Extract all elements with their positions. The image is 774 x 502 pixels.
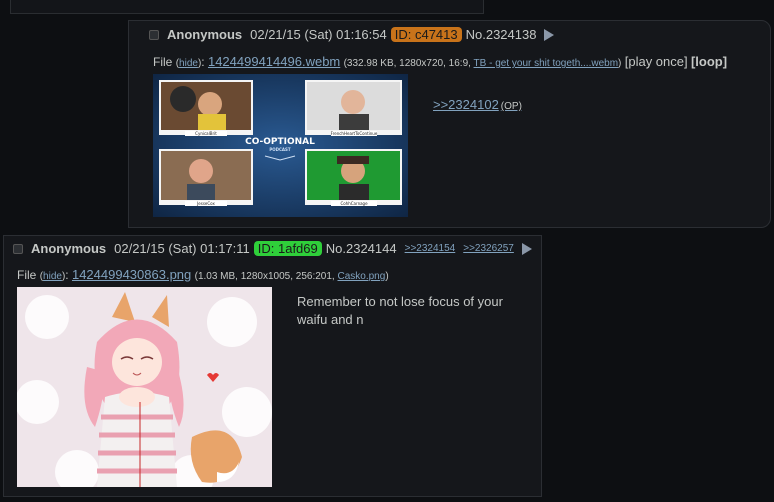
post-number[interactable]: No.2324144: [326, 241, 397, 256]
file-meta: (332.98 KB, 1280x720, 16:9, TB - get you…: [344, 58, 622, 69]
backlink[interactable]: >>2324154: [405, 243, 456, 254]
file-link[interactable]: 1424499414496.webm: [208, 54, 340, 69]
image-thumbnail[interactable]: [17, 287, 272, 487]
hide-link[interactable]: hide: [179, 58, 198, 69]
hide-link[interactable]: hide: [43, 271, 62, 282]
anime-fox-girl-art: [17, 287, 272, 487]
post-datetime: 02/21/15 (Sat) 01:16:54: [250, 27, 387, 42]
cam-label-4: CohhCarnage: [340, 201, 368, 206]
poster-name: Anonymous: [31, 241, 107, 256]
loop-button[interactable]: [loop]: [691, 54, 727, 69]
file-meta-close: ): [385, 271, 389, 282]
hide-file-toggle[interactable]: (hide): [176, 58, 202, 69]
post-select-checkbox[interactable]: [149, 29, 159, 40]
backlink[interactable]: >>2326257: [463, 243, 514, 254]
post-number[interactable]: No.2324138: [466, 27, 537, 42]
post-datetime: 02/21/15 (Sat) 01:17:11: [114, 241, 250, 256]
file-meta-text: (332.98 KB, 1280x720, 16:9,: [343, 58, 471, 69]
cam-label-1: CynicalBrit: [195, 131, 217, 136]
file-link[interactable]: 1424499430863.png: [72, 267, 191, 282]
op-marker: (OP): [500, 101, 522, 112]
reply-post: Anonymous 02/21/15 (Sat) 01:16:54 ID: c4…: [128, 20, 771, 228]
post-menu-arrow-icon[interactable]: [521, 242, 532, 255]
file-prefix: File: [153, 55, 173, 69]
hide-file-toggle[interactable]: (hide): [40, 271, 66, 282]
video-thumbnail[interactable]: CynicalBrit FrenchHeartToContinue JesseC…: [153, 74, 408, 217]
file-prefix: File: [17, 268, 37, 282]
poster-id-badge[interactable]: ID: 1afd69: [253, 241, 322, 256]
play-once-button[interactable]: [play once]: [625, 54, 688, 69]
original-filename-link[interactable]: Casko.png: [338, 271, 386, 282]
quote-link[interactable]: >>2324102 (OP): [433, 97, 522, 112]
original-filename-link[interactable]: TB - get your shit togeth....webm: [474, 58, 619, 69]
post-select-checkbox[interactable]: [13, 243, 23, 254]
post-header: Anonymous 02/21/15 (Sat) 01:16:54 ID: c4…: [149, 27, 555, 42]
podcast-subtitle: PODCAST: [269, 147, 291, 152]
poster-id-badge[interactable]: ID: c47413: [390, 27, 462, 42]
previous-post-edge: [10, 0, 484, 14]
file-info: File (hide): 1424499414496.webm (332.98 …: [153, 54, 728, 69]
file-meta-close: ): [618, 58, 622, 69]
cam-label-2: FrenchHeartToContinue: [331, 131, 378, 136]
podcast-thumbnail-art: CynicalBrit FrenchHeartToContinue JesseC…: [153, 74, 408, 217]
file-info: File (hide): 1424499430863.png (1.03 MB,…: [17, 267, 389, 282]
quote-link-text[interactable]: >>2324102: [433, 97, 499, 112]
file-meta: (1.03 MB, 1280x1005, 256:201, Casko.png): [195, 271, 389, 282]
post-comment: Remember to not lose focus of your waifu…: [297, 294, 503, 327]
post-header: Anonymous 02/21/15 (Sat) 01:17:11 ID: 1a…: [13, 241, 532, 256]
poster-name: Anonymous: [167, 27, 243, 42]
post-menu-arrow-icon[interactable]: [544, 28, 555, 41]
reply-post: Anonymous 02/21/15 (Sat) 01:17:11 ID: 1a…: [3, 235, 542, 497]
file-meta-text: (1.03 MB, 1280x1005, 256:201,: [194, 271, 335, 282]
podcast-title: CO-OPTIONAL: [245, 137, 315, 147]
cam-label-3: JesseCox: [196, 201, 215, 206]
